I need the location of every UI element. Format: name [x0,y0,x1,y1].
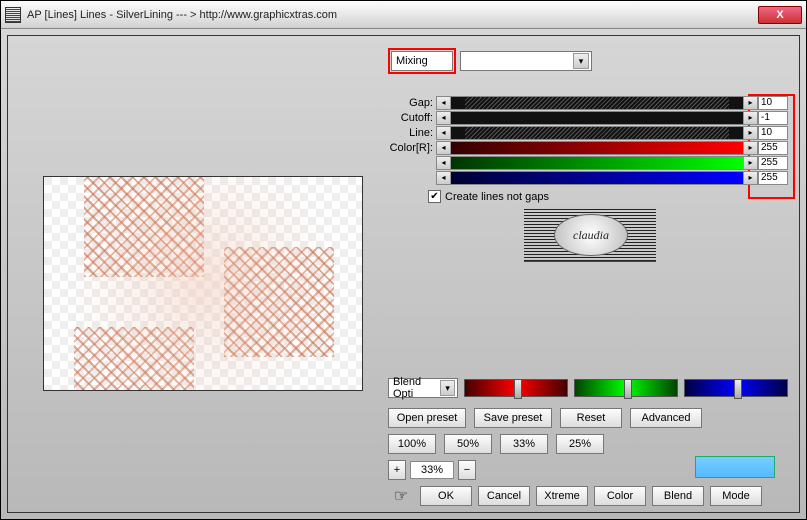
create-lines-label: Create lines not gaps [445,191,549,203]
zoom-value[interactable]: 33% [410,461,454,479]
ok-button[interactable]: OK [420,486,472,506]
color-g-track[interactable] [451,157,743,169]
chevron-down-icon [440,380,455,396]
plugin-window: AP [Lines] Lines - SilverLining --- > ht… [0,0,807,520]
zoom-row: + 33% − [388,460,476,480]
slider-thumb[interactable] [514,379,522,399]
gap-track[interactable] [451,97,743,109]
blend-blue-slider[interactable] [684,379,788,397]
arrow-left-icon[interactable]: ◂ [437,112,451,124]
param-color-g: ◂ ▸ 255 [388,155,788,170]
arrow-right-icon[interactable]: ▸ [743,97,757,109]
blend-red-slider[interactable] [464,379,568,397]
zoom-25-button[interactable]: 25% [556,434,604,454]
controls-panel: Mixing Gap: ◂ ▸ 10 Cutoff [388,48,789,502]
cutoff-label: Cutoff: [388,112,436,124]
client-area: Mixing Gap: ◂ ▸ 10 Cutoff [1,29,806,519]
color-b-slider[interactable]: ◂ ▸ [436,171,758,185]
save-preset-button[interactable]: Save preset [474,408,552,428]
blend-options-label: Blend Opti [393,376,440,400]
color-button[interactable]: Color [594,486,646,506]
mixing-dropdown[interactable]: Mixing [391,51,453,71]
blend-button[interactable]: Blend [652,486,704,506]
line-slider[interactable]: ◂ ▸ [436,126,758,140]
gap-slider[interactable]: ◂ ▸ [436,96,758,110]
create-lines-checkbox-row: ✔ Create lines not gaps [428,190,549,203]
cutoff-value[interactable]: -1 [758,111,788,125]
mixing-label: Mixing [396,55,428,67]
param-gap: Gap: ◂ ▸ 10 [388,95,788,110]
logo-text: claudia [554,214,628,256]
advanced-button[interactable]: Advanced [630,408,702,428]
line-value[interactable]: 10 [758,126,788,140]
arrow-right-icon[interactable]: ▸ [743,157,757,169]
zoom-out-button[interactable]: − [458,460,476,480]
arrow-right-icon[interactable]: ▸ [743,142,757,154]
line-label: Line: [388,127,436,139]
slider-thumb[interactable] [734,379,742,399]
open-preset-button[interactable]: Open preset [388,408,466,428]
cutoff-track[interactable] [451,112,743,124]
param-cutoff: Cutoff: ◂ ▸ -1 [388,110,788,125]
pointing-hand-icon: ☞ [388,487,414,505]
close-button[interactable]: X [758,6,802,24]
arrow-left-icon[interactable]: ◂ [437,127,451,139]
mixing-combo[interactable] [460,51,592,71]
arrow-right-icon[interactable]: ▸ [743,172,757,184]
color-g-slider[interactable]: ◂ ▸ [436,156,758,170]
zoom-in-button[interactable]: + [388,460,406,480]
zoom-preset-row: 100% 50% 33% 25% [388,434,604,454]
blend-options-dropdown[interactable]: Blend Opti [388,378,458,398]
arrow-left-icon[interactable]: ◂ [437,97,451,109]
arrow-left-icon[interactable]: ◂ [437,157,451,169]
color-g-value[interactable]: 255 [758,156,788,170]
color-r-track[interactable] [451,142,743,154]
slider-thumb[interactable] [624,379,632,399]
inner-frame: Mixing Gap: ◂ ▸ 10 Cutoff [7,35,800,513]
titlebar[interactable]: AP [Lines] Lines - SilverLining --- > ht… [1,1,806,29]
preview-canvas [43,176,363,391]
zoom-100-button[interactable]: 100% [388,434,436,454]
param-color-r: Color[R]: ◂ ▸ 255 [388,140,788,155]
blend-green-slider[interactable] [574,379,678,397]
color-r-slider[interactable]: ◂ ▸ [436,141,758,155]
author-logo: claudia [524,208,656,262]
zoom-33-button[interactable]: 33% [500,434,548,454]
window-title: AP [Lines] Lines - SilverLining --- > ht… [27,9,758,21]
arrow-right-icon[interactable]: ▸ [743,127,757,139]
reset-button[interactable]: Reset [560,408,622,428]
bottom-row: ☞ OK Cancel Xtreme Color Blend Mode [388,486,762,506]
color-r-value[interactable]: 255 [758,141,788,155]
create-lines-checkbox[interactable]: ✔ [428,190,441,203]
color-swatch[interactable] [695,456,775,478]
close-icon: X [776,9,783,21]
zoom-50-button[interactable]: 50% [444,434,492,454]
arrow-left-icon[interactable]: ◂ [437,172,451,184]
preset-row: Open preset Save preset Reset Advanced [388,408,702,428]
cutoff-slider[interactable]: ◂ ▸ [436,111,758,125]
app-icon [5,7,21,23]
line-track[interactable] [451,127,743,139]
gap-label: Gap: [388,97,436,109]
color-b-track[interactable] [451,172,743,184]
blend-row: Blend Opti [388,378,788,398]
xtreme-button[interactable]: Xtreme [536,486,588,506]
gap-value[interactable]: 10 [758,96,788,110]
param-line: Line: ◂ ▸ 10 [388,125,788,140]
preview-haze [44,177,362,390]
chevron-down-icon [573,53,589,69]
arrow-left-icon[interactable]: ◂ [437,142,451,154]
param-color-b: ◂ ▸ 255 [388,170,788,185]
arrow-right-icon[interactable]: ▸ [743,112,757,124]
mode-button[interactable]: Mode [710,486,762,506]
cancel-button[interactable]: Cancel [478,486,530,506]
color-r-label: Color[R]: [388,142,436,154]
color-b-value[interactable]: 255 [758,171,788,185]
